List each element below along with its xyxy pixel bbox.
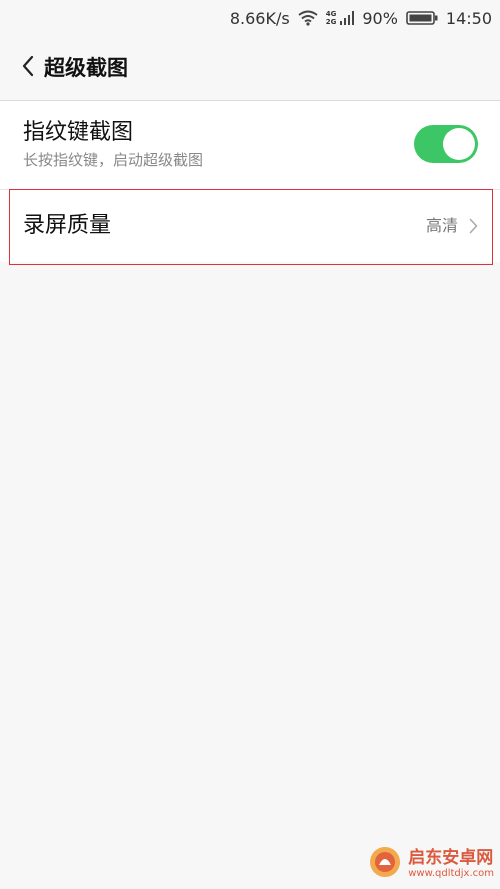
watermark-logo-icon [368, 845, 402, 883]
signal-top-label: 4G [325, 10, 337, 18]
status-bar: 8.66K/s 4G 2G 90% 14:50 [0, 0, 500, 36]
back-button[interactable] [14, 54, 42, 82]
battery-icon [406, 10, 438, 26]
recording-quality-value: 高清 [425, 216, 458, 235]
recording-quality-row[interactable]: 录屏质量 高清 [0, 190, 500, 262]
status-indicators: 8.66K/s 4G 2G 90% 14:50 [230, 6, 492, 30]
watermark: 启东安卓网 www.qdltdjx.com [368, 845, 494, 883]
settings-list: 指纹键截图 长按指纹键，启动超级截图 录屏质量 高清 [0, 101, 500, 262]
signal-bottom-label: 2G [325, 18, 337, 26]
fingerprint-screenshot-row[interactable]: 指纹键截图 长按指纹键，启动超级截图 [0, 101, 500, 190]
signal-type-labels: 4G 2G [326, 10, 337, 26]
wifi-icon [298, 10, 318, 26]
signal-icon [340, 10, 355, 26]
watermark-url: www.qdltdjx.com [408, 868, 494, 879]
watermark-name: 启东安卓网 [408, 848, 494, 868]
recording-quality-title: 录屏质量 [23, 213, 112, 238]
page-title: 超级截图 [44, 56, 128, 80]
fingerprint-screenshot-toggle[interactable] [414, 125, 478, 163]
toggle-knob [443, 128, 475, 160]
chevron-left-icon [21, 55, 35, 81]
fingerprint-screenshot-title: 指纹键截图 [23, 120, 134, 145]
screen: 8.66K/s 4G 2G 90% 14:50 超级截图 指纹键截图 长按指纹键… [0, 0, 500, 889]
watermark-text: 启东安卓网 www.qdltdjx.com [408, 848, 494, 880]
clock: 14:50 [445, 8, 492, 28]
app-header: 超级截图 [0, 36, 500, 101]
fingerprint-screenshot-subtitle: 长按指纹键，启动超级截图 [23, 151, 204, 169]
chevron-right-icon [469, 218, 478, 238]
network-speed: 8.66K/s [229, 8, 290, 28]
battery-percent: 90% [362, 8, 398, 28]
